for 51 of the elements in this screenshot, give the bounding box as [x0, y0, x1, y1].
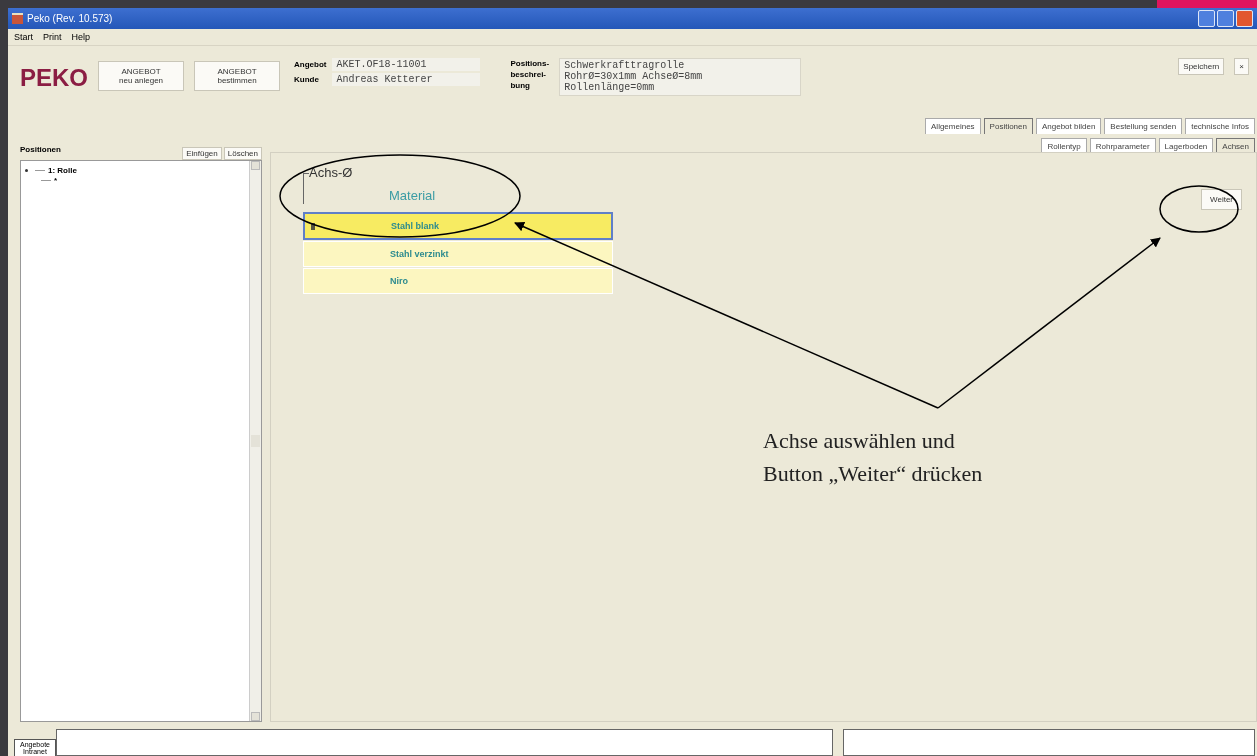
tab[interactable]: Achsen — [1216, 138, 1255, 152]
annotation-text: Achse auswählen und Button „Weiter“ drücken — [763, 427, 983, 488]
scroll-up-button[interactable] — [251, 161, 260, 170]
close-button[interactable]: × — [1234, 58, 1249, 75]
tab[interactable]: Positionen — [983, 118, 1033, 134]
bracket-line — [303, 173, 309, 204]
text-area[interactable]: Schwerkrafttragrolle RohrØ=30x1mm AchseØ=8mm Rollenlänge=0mm — [559, 58, 802, 96]
row-label: Stahl blank — [391, 221, 439, 231]
group-label: Achs-Ø — [309, 165, 354, 180]
app-icon — [12, 13, 23, 24]
tree-item[interactable]: * — [54, 175, 58, 185]
header-button[interactable]: ANGEBOT neu anlegen — [98, 61, 184, 91]
tab[interactable]: technische Infos — [1185, 118, 1255, 134]
list-row[interactable]: Stahl verzinkt — [303, 241, 613, 267]
toolbar-button[interactable]: Löschen — [223, 147, 262, 160]
tab[interactable]: Bestellung senden — [1104, 118, 1183, 134]
next-button[interactable]: Weiter — [1201, 189, 1242, 210]
tree-line — [41, 179, 51, 181]
maximize-button[interactable] — [1217, 10, 1234, 27]
bullet-icon — [25, 168, 28, 172]
scrollbar[interactable] — [249, 161, 261, 721]
header-button[interactable]: ANGEBOT bestimmen — [194, 61, 280, 91]
save-button[interactable]: Speichern — [1178, 58, 1225, 75]
row-marker-icon — [311, 222, 315, 230]
field-label: Positions- beschrei- bung — [510, 58, 550, 91]
row-label: Stahl verzinkt — [390, 249, 449, 259]
list-row[interactable]: Niro — [303, 268, 613, 294]
menu-item[interactable]: Help — [71, 32, 91, 42]
field-label: Kunde — [294, 75, 320, 84]
scroll-thumb[interactable] — [251, 435, 260, 447]
field-label: Angebot — [294, 60, 327, 69]
text-field[interactable]: AKET.OF18-11001 — [332, 58, 481, 71]
close-button[interactable] — [1236, 10, 1253, 27]
panel-title: Positionen — [20, 144, 61, 154]
row-label: Niro — [390, 276, 408, 286]
menu-item[interactable]: Start — [14, 32, 33, 42]
text-field[interactable]: Andreas Ketterer — [332, 73, 481, 86]
app-logo: PEKO — [20, 64, 88, 92]
tab[interactable]: Rohrparameter — [1089, 138, 1156, 152]
toolbar-button[interactable]: Einfügen — [182, 147, 222, 160]
menu-item[interactable]: Print — [43, 32, 62, 42]
scroll-down-button[interactable] — [251, 712, 260, 721]
column-header: Material — [389, 188, 436, 203]
tab[interactable]: Lagerboden — [1158, 138, 1214, 152]
tree-item[interactable]: 1: Rolle — [48, 165, 77, 175]
tab[interactable]: Allgemeines — [925, 118, 981, 134]
tab[interactable]: Rollentyp — [1041, 138, 1087, 152]
window-title: Peko (Rev. 10.573) — [27, 13, 113, 24]
minimize-button[interactable] — [1198, 10, 1215, 27]
tree-line — [35, 169, 45, 171]
tab[interactable]: Angebot bilden — [1035, 118, 1102, 134]
